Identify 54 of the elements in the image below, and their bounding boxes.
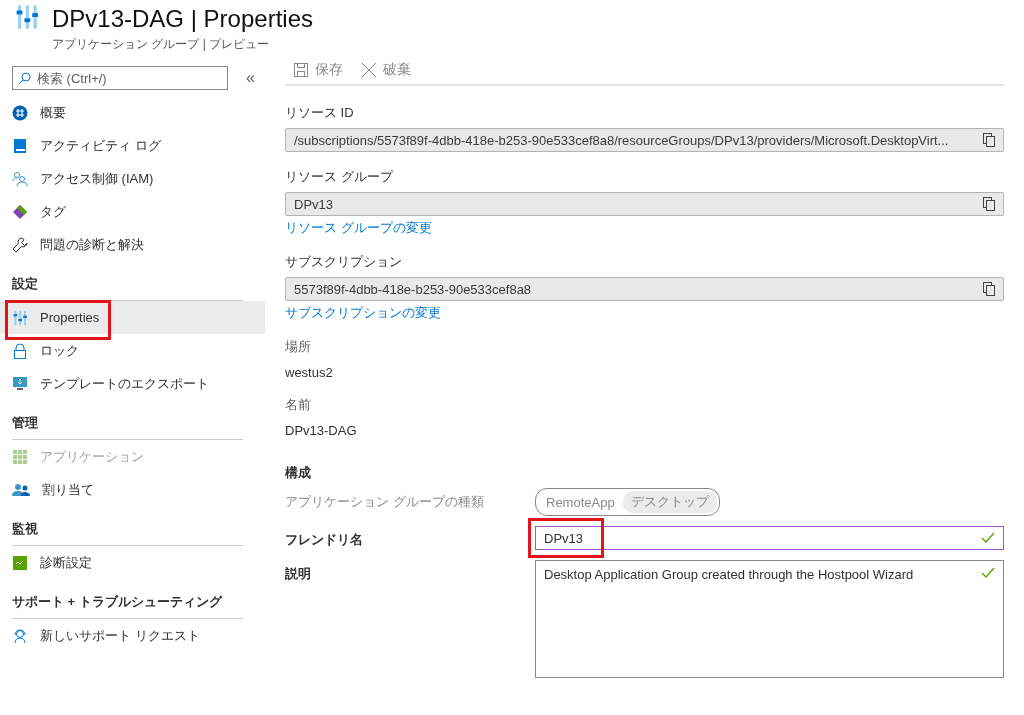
search-field[interactable]: 検索 (Ctrl+/)	[12, 66, 228, 90]
field-value: DPv13-DAG	[285, 423, 357, 438]
field-label: フレンドリ名	[285, 531, 364, 549]
sidebar-item[interactable]: テンプレートのエクスポート	[0, 367, 265, 400]
monitor-download-icon	[12, 375, 28, 392]
sidebar-item[interactable]: アクティビティ ログ	[0, 129, 265, 162]
tag-icon	[12, 203, 28, 220]
sidebar-item[interactable]: 概要	[0, 96, 265, 129]
sidebar-item[interactable]: Properties	[0, 301, 265, 334]
chart-tile-icon	[12, 554, 28, 571]
sidebar-item[interactable]: 新しいサポート リクエスト	[0, 619, 265, 652]
people-icon	[12, 170, 28, 187]
change-link[interactable]: サブスクリプションの変更	[285, 304, 441, 322]
field-label: リソース ID	[285, 104, 354, 122]
sidebar-item[interactable]: アクセス制御 (IAM)	[0, 162, 265, 195]
readonly-field[interactable]: /subscriptions/5573f89f-4dbb-418e-b253-90e533cef8a8/resourceGroups/DPv13/providers/Microsoft.DesktopVirt...	[285, 128, 1004, 152]
floppy-icon	[293, 62, 309, 78]
field-label: 説明	[285, 565, 312, 583]
page-subtitle: アプリケーション グループ | プレビュー	[52, 36, 271, 53]
collapse-button[interactable]: «	[242, 69, 259, 87]
padlock-icon	[12, 342, 28, 359]
sidebar-item[interactable]: ロック	[0, 334, 265, 367]
wrench-icon	[12, 236, 28, 253]
close-icon	[361, 62, 377, 78]
readonly-field[interactable]: DPv13	[285, 192, 1004, 216]
grid-icon	[12, 448, 28, 465]
field-label: 場所	[285, 338, 311, 356]
field-label: サブスクリプション	[285, 253, 402, 271]
copy-icon[interactable]	[983, 197, 995, 211]
users-icon	[12, 481, 30, 498]
section-heading: 監視	[12, 514, 243, 546]
section-heading: 管理	[12, 408, 243, 440]
globe-icon	[12, 104, 28, 121]
field-label: 名前	[285, 396, 311, 414]
sidebar-item[interactable]: 割り当て	[0, 473, 265, 506]
page-title: DPv13-DAG | Properties	[52, 4, 313, 34]
input-field[interactable]: DPv13	[535, 526, 1004, 550]
sliders-icon	[12, 309, 28, 326]
copy-icon[interactable]	[983, 282, 995, 296]
change-link[interactable]: リソース グループの変更	[285, 219, 432, 237]
sidebar-item[interactable]: 診断設定	[0, 546, 265, 579]
headset-person-icon	[12, 627, 28, 644]
book-icon	[12, 137, 28, 154]
readonly-field[interactable]: 5573f89f-4dbb-418e-b253-90e533cef8a8	[285, 277, 1004, 301]
field-label: アプリケーション グループの種類	[285, 493, 485, 511]
sliders-icon	[14, 4, 40, 30]
field-label: リソース グループ	[285, 168, 393, 186]
sidebar-item[interactable]: 問題の診断と解決	[0, 228, 265, 261]
field-value: westus2	[285, 365, 333, 380]
description-field[interactable]: Desktop Application Group created through the Hostpool Wizard	[535, 560, 1004, 678]
section-heading: サポート + トラブルシューティング	[12, 587, 243, 619]
sidebar-item[interactable]: タグ	[0, 195, 265, 228]
copy-icon[interactable]	[983, 133, 995, 147]
section-heading: 構成	[285, 464, 312, 482]
